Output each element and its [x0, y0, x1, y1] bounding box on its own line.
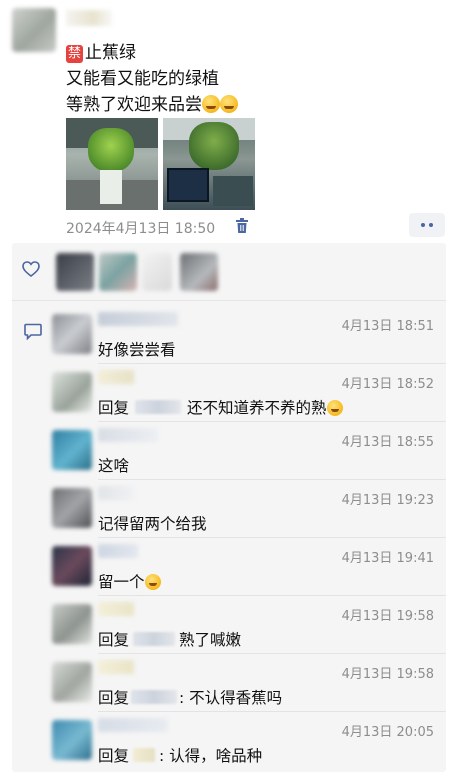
- banana-photo-2[interactable]: [163, 118, 255, 210]
- comment-time: 4月13日 19:23: [341, 493, 434, 508]
- liker-avatar[interactable]: [142, 253, 172, 291]
- post-line-2: 又能看又能吃的绿植: [66, 69, 219, 89]
- comment-text: 记得留两个给我: [98, 515, 207, 533]
- comment-item[interactable]: 4月13日 19:41 留一个: [46, 538, 446, 596]
- liker-avatar[interactable]: [56, 253, 94, 291]
- reply-target-redacted[interactable]: [133, 632, 176, 646]
- comment-time: 4月13日 19:58: [341, 609, 434, 624]
- comment-icon: [24, 323, 42, 340]
- liker-avatar[interactable]: [99, 253, 137, 291]
- comment-body: : 不认得香蕉吗: [179, 689, 283, 707]
- commenter-avatar[interactable]: [52, 488, 92, 528]
- reply-label: 回复: [98, 747, 130, 765]
- commenter-name-redacted[interactable]: [98, 718, 168, 732]
- comment-item[interactable]: 4月13日 19:58 回复 : 不认得香蕉吗: [46, 654, 446, 712]
- comment-time: 4月13日 18:55: [341, 435, 434, 450]
- more-dots-icon: [429, 223, 433, 227]
- commenter-name-redacted[interactable]: [98, 602, 134, 616]
- comment-item[interactable]: 4月13日 18:55 这啥: [46, 422, 446, 480]
- more-actions-button[interactable]: [409, 213, 445, 237]
- comment-body: 熟了喊嫩: [179, 631, 242, 649]
- comment-item[interactable]: 4月13日 18:51 好像尝尝看: [46, 306, 446, 364]
- comment-text: 留一个: [98, 570, 161, 592]
- comment-body: 留一个: [98, 573, 145, 591]
- reply-target-redacted[interactable]: [133, 748, 156, 762]
- interaction-panel: 4月13日 18:51 好像尝尝看 4月13日 18:52 回复 还不知道养不养的…: [12, 243, 446, 772]
- comment-text: 回复 熟了喊嫩: [98, 628, 241, 650]
- post-line-3: 等熟了欢迎来品尝: [66, 90, 238, 115]
- commenter-name-redacted[interactable]: [98, 312, 178, 326]
- comment-body: : 认得，啥品种: [159, 747, 263, 765]
- reply-label: 回复: [98, 631, 130, 649]
- commenter-avatar[interactable]: [52, 372, 92, 412]
- trash-icon[interactable]: [235, 218, 249, 234]
- comment-item[interactable]: 4月13日 19:58 回复 熟了喊嫩: [46, 596, 446, 654]
- commenter-avatar[interactable]: [52, 720, 92, 760]
- banana-photo-1[interactable]: [66, 118, 158, 210]
- comment-time: 4月13日 18:51: [341, 319, 434, 334]
- post-line-1-text: 止蕉绿: [85, 43, 137, 63]
- commenter-avatar[interactable]: [52, 604, 92, 644]
- comment-item[interactable]: 4月13日 18:52 回复 还不知道养不养的熟: [46, 364, 446, 422]
- heart-icon: [22, 261, 40, 277]
- reply-label: 回复: [98, 399, 130, 417]
- comment-item[interactable]: 4月13日 19:23 记得留两个给我: [46, 480, 446, 538]
- commenter-name-redacted[interactable]: [98, 370, 134, 384]
- comment-time: 4月13日 20:05: [341, 725, 434, 740]
- more-dots-icon: [421, 223, 425, 227]
- comment-text: 回复 还不知道养不养的熟: [98, 396, 343, 418]
- ban-emoji-icon: 禁: [66, 45, 84, 63]
- reply-label: 回复: [98, 689, 130, 707]
- commenter-avatar[interactable]: [52, 314, 92, 354]
- liker-avatar[interactable]: [180, 253, 218, 291]
- reply-target-redacted[interactable]: [135, 400, 182, 414]
- post-timestamp: 2024年4月13日 18:50: [66, 221, 216, 237]
- laugh-cry-emoji-icon: [220, 95, 238, 113]
- comment-text: 回复 : 不认得香蕉吗: [98, 686, 282, 708]
- comment-time: 4月13日 19:58: [341, 667, 434, 682]
- comment-text: 好像尝尝看: [98, 341, 176, 359]
- post-line-1: 禁止蕉绿: [66, 38, 136, 63]
- commenter-name-redacted[interactable]: [98, 428, 158, 442]
- poster-avatar[interactable]: [12, 8, 56, 52]
- commenter-name-redacted[interactable]: [98, 544, 138, 558]
- commenter-avatar[interactable]: [52, 662, 92, 702]
- comment-body: 还不知道养不养的熟: [187, 399, 327, 417]
- comment-item[interactable]: 4月13日 20:05 回复 : 认得，啥品种: [46, 712, 446, 772]
- grin-emoji-icon: [144, 574, 161, 590]
- comment-text: 这啥: [98, 457, 130, 475]
- commenter-avatar[interactable]: [52, 546, 92, 586]
- comment-time: 4月13日 18:52: [341, 377, 434, 392]
- post-line-3-text: 等熟了欢迎来品尝: [66, 95, 202, 115]
- poster-name-redacted[interactable]: [66, 10, 112, 26]
- laugh-cry-emoji-icon: [326, 400, 343, 416]
- reply-target-redacted[interactable]: [131, 690, 178, 704]
- comment-text: 回复 : 认得，啥品种: [98, 744, 262, 766]
- commenter-name-redacted[interactable]: [98, 660, 134, 674]
- comment-time: 4月13日 19:41: [341, 551, 434, 566]
- commenter-name-redacted[interactable]: [98, 486, 134, 500]
- like-row: [12, 243, 446, 301]
- laugh-cry-emoji-icon: [202, 95, 220, 113]
- commenter-avatar[interactable]: [52, 430, 92, 470]
